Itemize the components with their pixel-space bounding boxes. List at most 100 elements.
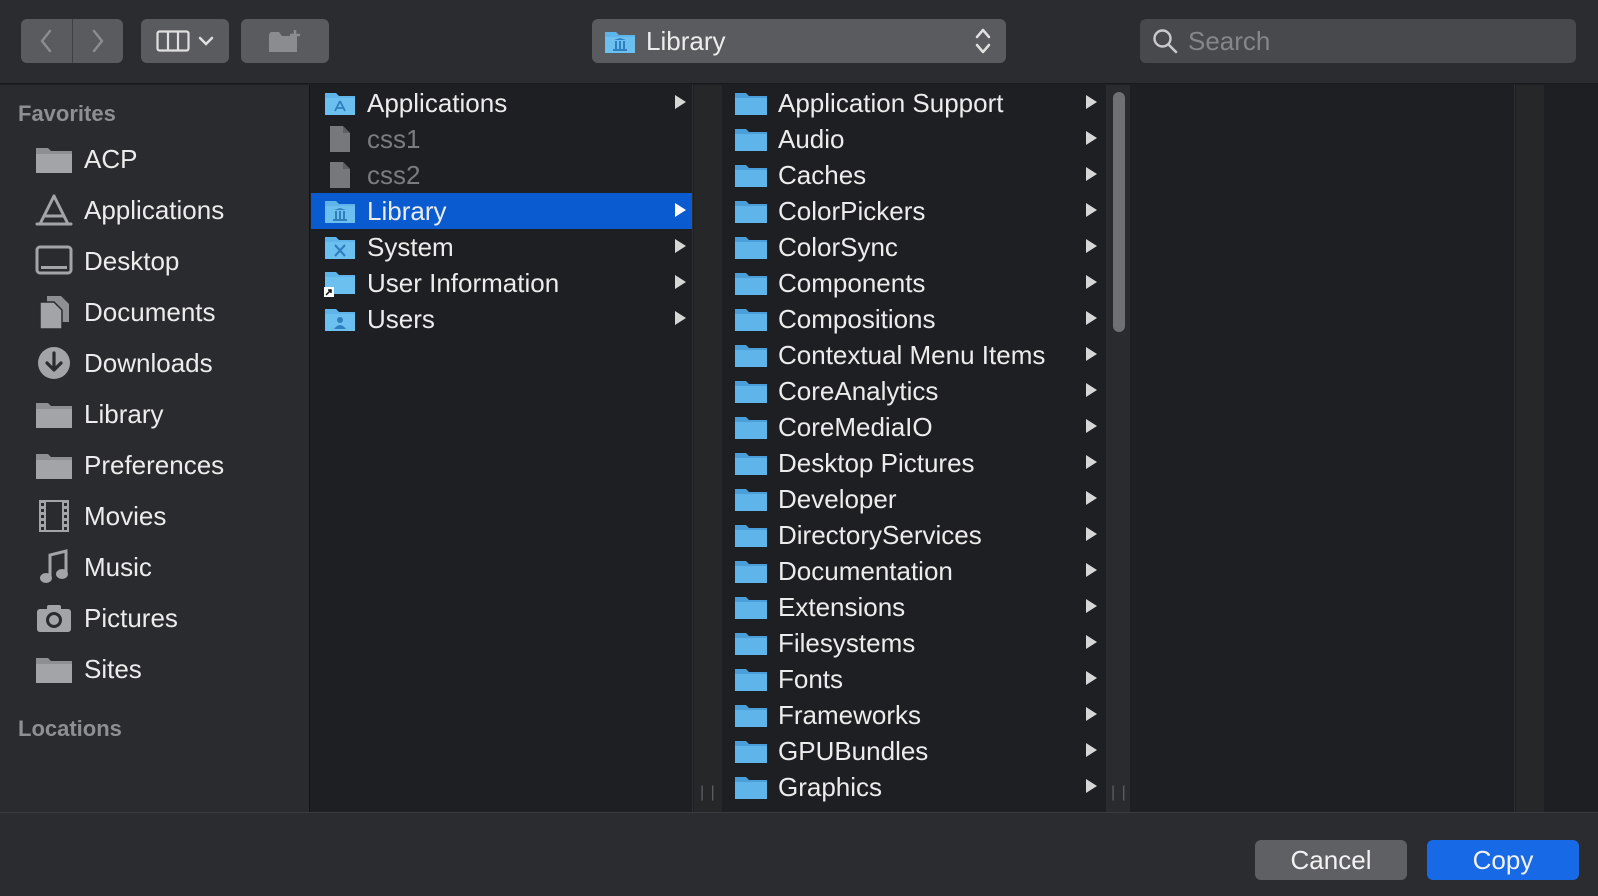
column-row-components[interactable]: Components xyxy=(722,265,1103,301)
sidebar-item-applications[interactable]: Applications xyxy=(0,186,309,234)
view-mode-button[interactable] xyxy=(141,19,229,63)
up-down-chevron-icon xyxy=(975,28,991,54)
column-row-label: Extensions xyxy=(778,591,906,622)
disclosure-arrow-icon xyxy=(675,95,686,109)
chevron-down-icon xyxy=(198,36,214,46)
folder-icon xyxy=(33,445,75,485)
library-folder-icon xyxy=(323,197,357,225)
pictures-icon xyxy=(33,598,75,638)
column-row-frameworks[interactable]: Frameworks xyxy=(722,697,1103,733)
file-icon xyxy=(323,125,357,153)
column-row-coremediaio[interactable]: CoreMediaIO xyxy=(722,409,1103,445)
column-row-label: Audio xyxy=(778,123,845,154)
sidebar-item-movies[interactable]: Movies xyxy=(0,492,309,540)
library-folder-icon xyxy=(605,32,635,53)
column-row-css2[interactable]: css2 xyxy=(311,157,692,193)
path-popup[interactable]: Library xyxy=(592,19,1006,63)
column-row-caches[interactable]: Caches xyxy=(722,157,1103,193)
folder-icon xyxy=(734,125,768,153)
column-row-graphics[interactable]: Graphics xyxy=(722,769,1103,805)
folder-icon xyxy=(734,161,768,189)
column-row-documentation[interactable]: Documentation xyxy=(722,553,1103,589)
column-row-extensions[interactable]: Extensions xyxy=(722,589,1103,625)
forward-button[interactable] xyxy=(71,19,124,63)
system-folder-icon xyxy=(323,233,357,261)
sidebar-item-label: Music xyxy=(84,551,152,582)
sidebar-item-label: ACP xyxy=(84,143,138,174)
column-row-compositions[interactable]: Compositions xyxy=(722,301,1103,337)
search-input[interactable] xyxy=(1188,25,1548,57)
column-row-developer[interactable]: Developer xyxy=(722,481,1103,517)
column-row-colorpickers[interactable]: ColorPickers xyxy=(722,193,1103,229)
folder-icon xyxy=(734,629,768,657)
disclosure-arrow-icon xyxy=(675,239,686,253)
column-2-scroll-thumb[interactable] xyxy=(1113,92,1125,332)
disclosure-arrow-icon xyxy=(1086,203,1097,217)
sidebar-item-preferences[interactable]: Preferences xyxy=(0,441,309,489)
folder-icon xyxy=(734,377,768,405)
disclosure-arrow-icon xyxy=(1086,275,1097,289)
column-row-directoryservices[interactable]: DirectoryServices xyxy=(722,517,1103,553)
column-row-desktop-pictures[interactable]: Desktop Pictures xyxy=(722,445,1103,481)
column-row-label: Contextual Menu Items xyxy=(778,339,1046,370)
folder-icon xyxy=(734,449,768,477)
column-row-fonts[interactable]: Fonts xyxy=(722,661,1103,697)
column-row-label: css1 xyxy=(367,123,421,154)
alias-folder-icon xyxy=(323,269,357,297)
new-folder-button[interactable] xyxy=(241,19,329,63)
column-row-css1[interactable]: css1 xyxy=(311,121,692,157)
browser-column-1: Applications css1 css2 Library System Us… xyxy=(311,85,693,812)
chevron-right-icon xyxy=(92,29,103,53)
sidebar-item-documents[interactable]: Documents xyxy=(0,288,309,336)
sidebar-item-pictures[interactable]: Pictures xyxy=(0,594,309,642)
column-resize-handle-icon[interactable]: | | xyxy=(1111,784,1127,802)
column-row-label: Application Support xyxy=(778,87,1004,118)
search-icon xyxy=(1153,29,1178,54)
desktop-icon xyxy=(33,241,75,281)
sidebar-item-sites[interactable]: Sites xyxy=(0,645,309,693)
disclosure-arrow-icon xyxy=(1086,635,1097,649)
column-row-system[interactable]: System xyxy=(311,229,692,265)
column-row-library[interactable]: Library xyxy=(311,193,692,229)
column-row-users[interactable]: Users xyxy=(311,301,692,337)
column-row-contextual-menu-items[interactable]: Contextual Menu Items xyxy=(722,337,1103,373)
disclosure-arrow-icon xyxy=(1086,239,1097,253)
back-button[interactable] xyxy=(21,19,72,63)
column-row-gpubundles[interactable]: GPUBundles xyxy=(722,733,1103,769)
disclosure-arrow-icon xyxy=(1086,131,1097,145)
column-row-applications[interactable]: Applications xyxy=(311,85,692,121)
folder-icon xyxy=(734,773,768,801)
downloads-icon xyxy=(33,343,75,383)
copy-button[interactable]: Copy xyxy=(1427,840,1579,880)
column-row-label: DirectoryServices xyxy=(778,519,982,550)
cancel-button[interactable]: Cancel xyxy=(1255,840,1407,880)
column-row-label: CoreAnalytics xyxy=(778,375,939,406)
folder-icon xyxy=(734,413,768,441)
sidebar-item-desktop[interactable]: Desktop xyxy=(0,237,309,285)
music-icon xyxy=(33,547,75,587)
column-row-coreanalytics[interactable]: CoreAnalytics xyxy=(722,373,1103,409)
column-row-user-information[interactable]: User Information xyxy=(311,265,692,301)
column-resize-gutter[interactable] xyxy=(694,85,722,812)
search-field[interactable] xyxy=(1140,19,1576,63)
folder-icon xyxy=(734,665,768,693)
sidebar-header-locations: Locations xyxy=(18,716,122,741)
column-row-label: Users xyxy=(367,303,435,334)
column-row-audio[interactable]: Audio xyxy=(722,121,1103,157)
disclosure-arrow-icon xyxy=(675,275,686,289)
sidebar-item-label: Pictures xyxy=(84,602,178,633)
folder-icon xyxy=(33,649,75,689)
movies-icon xyxy=(33,496,75,536)
sidebar-item-downloads[interactable]: Downloads xyxy=(0,339,309,387)
column-row-label: Filesystems xyxy=(778,627,916,658)
column-row-colorsync[interactable]: ColorSync xyxy=(722,229,1103,265)
column-row-application-support[interactable]: Application Support xyxy=(722,85,1103,121)
column-row-filesystems[interactable]: Filesystems xyxy=(722,625,1103,661)
sidebar-item-library[interactable]: Library xyxy=(0,390,309,438)
sidebar-item-music[interactable]: Music xyxy=(0,543,309,591)
column-resize-handle-icon[interactable]: | | xyxy=(700,784,716,802)
column-row-label: Library xyxy=(367,195,447,226)
folder-icon xyxy=(734,341,768,369)
sidebar-item-acp[interactable]: ACP xyxy=(0,135,309,183)
column-resize-gutter[interactable] xyxy=(1516,85,1544,812)
